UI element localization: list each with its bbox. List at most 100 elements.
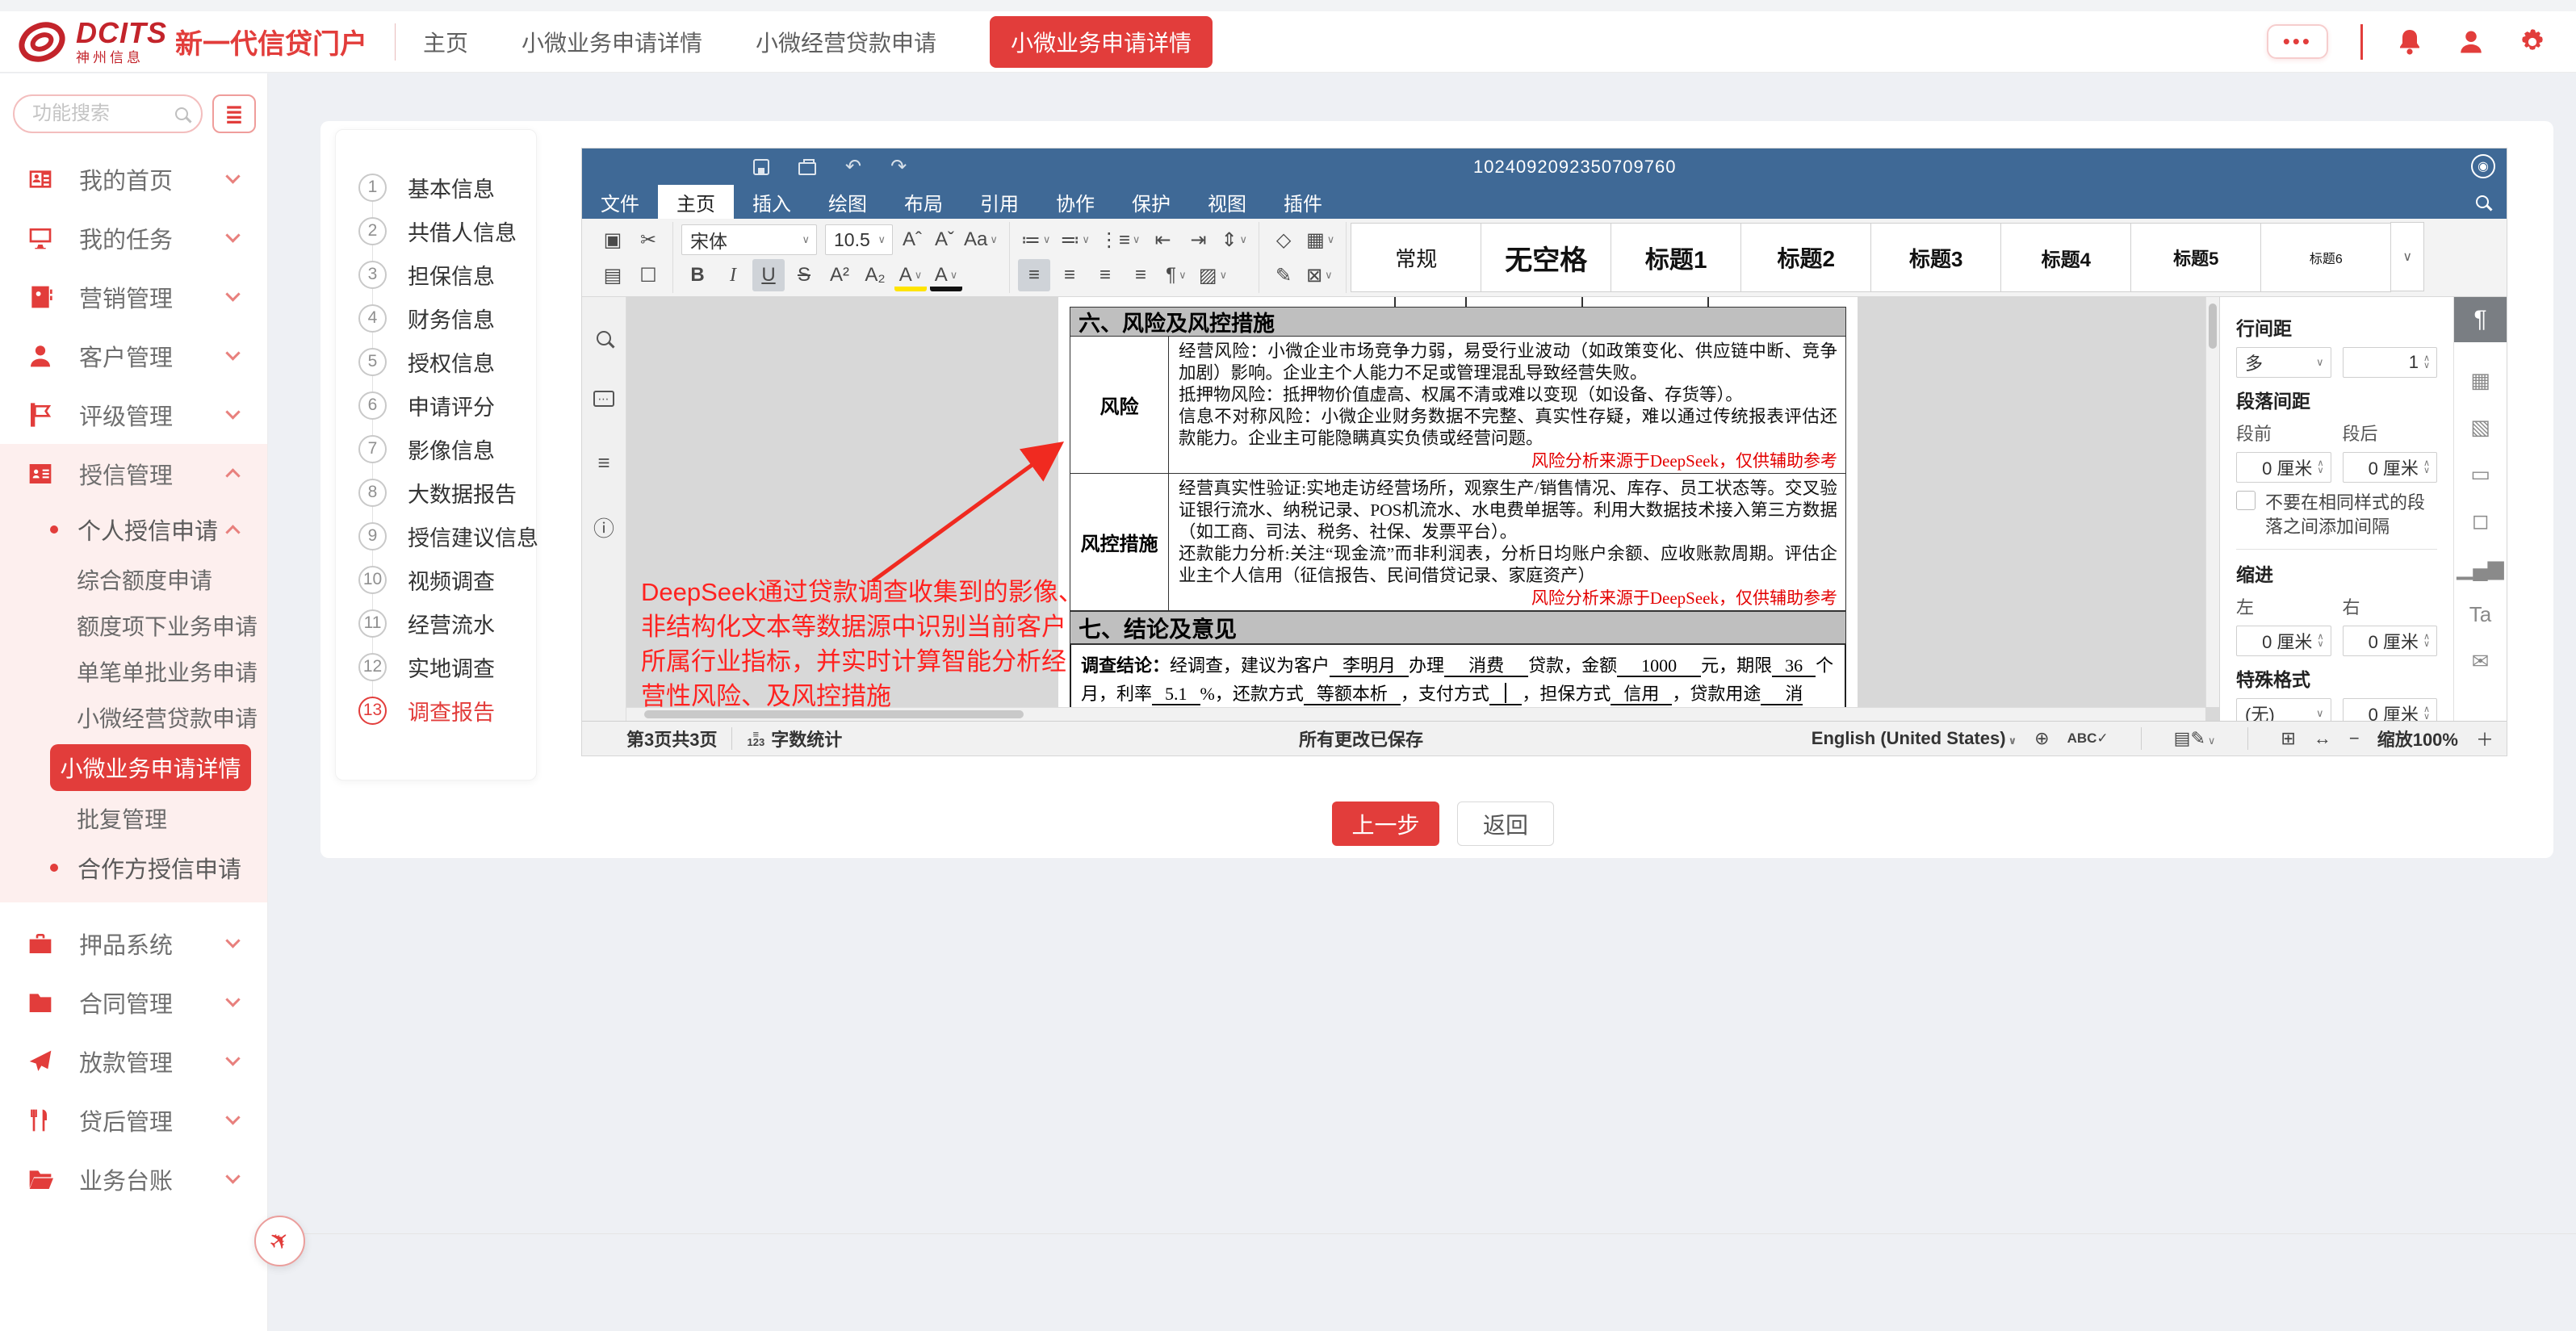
step-item[interactable]: 5 授权信息 xyxy=(358,340,536,383)
info-icon[interactable]: ⓘ xyxy=(593,518,614,539)
sidebar-item-tasks[interactable]: 我的任务 xyxy=(0,208,267,267)
print-icon[interactable] xyxy=(798,162,816,175)
more-tabs-button[interactable]: ••• xyxy=(2267,24,2328,59)
zoom-in-icon[interactable]: ＋ xyxy=(2476,726,2494,751)
sidebar-item-credit-mgmt[interactable]: 授信管理 xyxy=(0,444,267,503)
indent-icon[interactable]: ⇥ xyxy=(1182,224,1214,256)
select-icon[interactable]: ☐ xyxy=(632,259,664,291)
chart-panel-icon[interactable]: ▁▄▆ xyxy=(2457,544,2503,591)
sidebar-item-partner-credit[interactable]: 合作方授信申请 xyxy=(0,841,267,894)
sidebar-item-customers[interactable]: 客户管理 xyxy=(0,326,267,385)
image-panel-icon[interactable]: ▧ xyxy=(2470,404,2490,450)
table-panel-icon[interactable]: ▦ xyxy=(2470,357,2490,404)
strikethrough-icon[interactable]: S xyxy=(788,259,820,291)
header-footer-panel-icon[interactable]: ▭ xyxy=(2470,450,2490,497)
page-color-icon[interactable]: ▦ xyxy=(1303,224,1338,256)
editor-search-icon[interactable] xyxy=(2476,195,2489,208)
step-item[interactable]: 13 调查报告 xyxy=(358,689,536,732)
spellcheck-icon[interactable]: ABC✓ xyxy=(2067,730,2109,747)
redo-icon[interactable]: ↷ xyxy=(890,155,907,178)
tab-view[interactable]: 视图 xyxy=(1189,185,1265,219)
style-cell[interactable]: 标题1 xyxy=(1611,223,1741,292)
fit-page-icon[interactable]: ⊞ xyxy=(2281,728,2295,749)
step-item[interactable]: 2 共借人信息 xyxy=(358,209,536,253)
step-item[interactable]: 1 基本信息 xyxy=(358,165,536,209)
assistant-icon[interactable]: ◉ xyxy=(2471,154,2495,178)
indent-right-stepper[interactable]: 0 厘米∧∨ xyxy=(2343,626,2438,656)
menu-micro-detail[interactable]: 小微业务申请详情 xyxy=(50,744,251,791)
track-changes-icon[interactable]: ▤✎ xyxy=(2174,728,2216,749)
multilevel-list-icon[interactable]: ⋮≡ xyxy=(1096,224,1144,256)
tab-insert[interactable]: 插入 xyxy=(734,185,810,219)
find-icon[interactable] xyxy=(597,331,611,345)
mail-merge-panel-icon[interactable]: ✉ xyxy=(2472,638,2490,684)
shape-panel-icon[interactable]: ◻ xyxy=(2472,497,2490,544)
menu-single-batch[interactable]: 单笔单批业务申请 xyxy=(0,648,267,694)
sidebar-item-ledger[interactable]: 业务台账 xyxy=(0,1149,267,1208)
paragraph-panel-icon[interactable]: ¶ xyxy=(2454,297,2507,342)
step-item[interactable]: 6 申请评分 xyxy=(358,383,536,427)
nav-micro-loan-apply[interactable]: 小微经营贷款申请 xyxy=(756,26,936,58)
nav-micro-detail[interactable]: 小微业务申请详情 xyxy=(521,26,702,58)
tab-plugins[interactable]: 插件 xyxy=(1265,185,1341,219)
change-case-icon[interactable]: Aa xyxy=(961,224,1001,256)
space-before-stepper[interactable]: 0 厘米∧∨ xyxy=(2236,452,2331,483)
document-page[interactable]: 六、风险及风控措施 风险 经营风险：小微企业市场竞争力弱，易受行业波动（如政策变… xyxy=(1058,297,1858,710)
special-format-select[interactable]: (无) xyxy=(2236,698,2331,721)
align-right-icon[interactable]: ≡ xyxy=(1089,259,1121,291)
para-mark-icon[interactable]: ¶ xyxy=(1160,259,1192,291)
align-left-icon[interactable]: ≡ xyxy=(1018,259,1050,291)
save-icon[interactable] xyxy=(753,159,769,175)
superscript-icon[interactable]: A² xyxy=(823,259,856,291)
font-name-select[interactable]: 宋体 xyxy=(681,224,817,255)
shading-icon[interactable]: ▨ xyxy=(1196,259,1230,291)
line-spacing-select[interactable]: 多 xyxy=(2236,347,2331,378)
tab-protect[interactable]: 保护 xyxy=(1113,185,1189,219)
nav-home[interactable]: 主页 xyxy=(423,26,468,58)
highlight-color-icon[interactable]: A xyxy=(894,264,927,291)
menu-under-quota[interactable]: 额度项下业务申请 xyxy=(0,602,267,648)
outdent-icon[interactable]: ⇤ xyxy=(1146,224,1179,256)
step-item[interactable]: 3 担保信息 xyxy=(358,253,536,296)
shrink-font-icon[interactable]: Aˇ xyxy=(928,224,961,256)
numbered-list-icon[interactable]: ≕ xyxy=(1057,224,1093,256)
comments-icon[interactable]: ⋯ xyxy=(593,391,614,407)
user-icon[interactable] xyxy=(2457,27,2486,57)
paste-icon[interactable]: ▤ xyxy=(597,259,629,291)
menu-micro-loan-apply[interactable]: 小微经营贷款申请 xyxy=(0,694,267,740)
step-item[interactable]: 12 实地调查 xyxy=(358,645,536,689)
globe-icon[interactable]: ⊕ xyxy=(2034,728,2049,749)
eraser-icon[interactable]: ◇ xyxy=(1267,224,1300,256)
sidebar-item-post-loan[interactable]: 贷后管理 xyxy=(0,1090,267,1149)
step-item[interactable]: 8 大数据报告 xyxy=(358,471,536,514)
underline-icon[interactable]: U xyxy=(752,259,785,291)
step-item[interactable]: 11 经营流水 xyxy=(358,601,536,645)
sidebar-item-marketing[interactable]: 营销管理 xyxy=(0,267,267,326)
format-painter-icon[interactable]: ✎ xyxy=(1267,259,1300,291)
zoom-out-icon[interactable]: − xyxy=(2349,728,2360,749)
sidebar-item-home[interactable]: 我的首页 xyxy=(0,149,267,208)
fit-width-icon[interactable]: ↔ xyxy=(2314,728,2331,749)
style-cell[interactable]: 标题3 xyxy=(1870,223,2001,292)
floating-assistant-button[interactable]: ✈ xyxy=(254,1216,305,1266)
text-frame-icon[interactable]: ⊠ xyxy=(1303,259,1336,291)
tab-draw[interactable]: 绘图 xyxy=(810,185,886,219)
font-color-icon[interactable]: A xyxy=(930,264,962,291)
word-count-button[interactable]: 字数统计 xyxy=(771,726,842,751)
undo-icon[interactable]: ↶ xyxy=(845,155,861,178)
sidebar-item-collateral[interactable]: 押品系统 xyxy=(0,914,267,973)
navigation-icon[interactable]: ≡ xyxy=(597,452,609,473)
menu-approval-mgmt[interactable]: 批复管理 xyxy=(0,795,267,841)
nav-micro-detail-active[interactable]: 小微业务申请详情 xyxy=(990,16,1213,68)
bullet-list-icon[interactable]: ≔ xyxy=(1018,224,1054,256)
indent-left-stepper[interactable]: 0 厘米∧∨ xyxy=(2236,626,2331,656)
line-spacing-stepper[interactable]: 1∧∨ xyxy=(2343,347,2438,378)
italic-icon[interactable]: I xyxy=(717,259,749,291)
search-input[interactable] xyxy=(32,103,175,125)
prev-step-button[interactable]: 上一步 xyxy=(1332,802,1439,846)
line-spacing-icon[interactable]: ⇕ xyxy=(1217,224,1250,256)
function-search[interactable] xyxy=(13,94,203,133)
align-center-icon[interactable]: ≡ xyxy=(1053,259,1086,291)
step-item[interactable]: 7 影像信息 xyxy=(358,427,536,471)
bold-icon[interactable]: B xyxy=(681,259,714,291)
